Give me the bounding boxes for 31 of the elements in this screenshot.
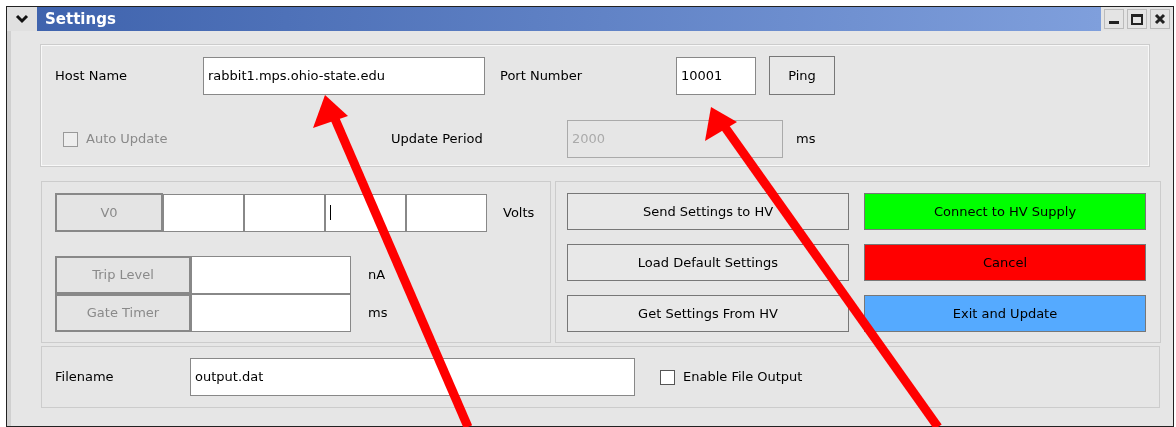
unit-label: nA xyxy=(368,266,386,285)
action-button[interactable]: Load Default Settings xyxy=(567,244,849,281)
window-menu-button[interactable] xyxy=(7,7,37,31)
text-cursor xyxy=(330,205,331,220)
unit-label: ms xyxy=(368,304,388,323)
filename-field[interactable]: output.dat xyxy=(190,358,635,396)
checkbox-label: Auto Update xyxy=(86,130,168,149)
update-period-label: Update Period xyxy=(391,130,484,149)
limit-field[interactable] xyxy=(191,294,351,332)
action-button[interactable]: Exit and Update xyxy=(864,295,1146,332)
checkbox-label: Enable File Output xyxy=(683,368,803,387)
action-button[interactable]: Cancel xyxy=(864,244,1146,281)
action-button[interactable]: Send Settings to HV xyxy=(567,193,849,230)
close-icon xyxy=(1154,13,1166,25)
chevron-down-icon xyxy=(15,14,29,24)
unit-label: Volts xyxy=(503,203,535,222)
unit-label: ms xyxy=(796,130,816,149)
maximize-button[interactable] xyxy=(1127,9,1147,29)
filename-label: Filename xyxy=(55,368,115,387)
host-label: Host Name xyxy=(55,66,129,85)
limit-field[interactable] xyxy=(191,256,351,294)
port-field[interactable]: 10001 xyxy=(676,56,756,95)
minimize-button[interactable] xyxy=(1104,9,1124,29)
ping-button[interactable]: Ping xyxy=(769,56,835,95)
close-button[interactable] xyxy=(1150,9,1170,29)
window-title: Settings xyxy=(45,8,116,30)
checkbox[interactable] xyxy=(660,369,675,385)
port-label: Port Number xyxy=(500,66,584,85)
host-field[interactable]: rabbit1.mps.ohio-state.edu xyxy=(203,56,485,95)
action-button[interactable]: Connect to HV Supply xyxy=(864,193,1146,230)
action-button[interactable]: Get Settings From HV xyxy=(567,295,849,332)
